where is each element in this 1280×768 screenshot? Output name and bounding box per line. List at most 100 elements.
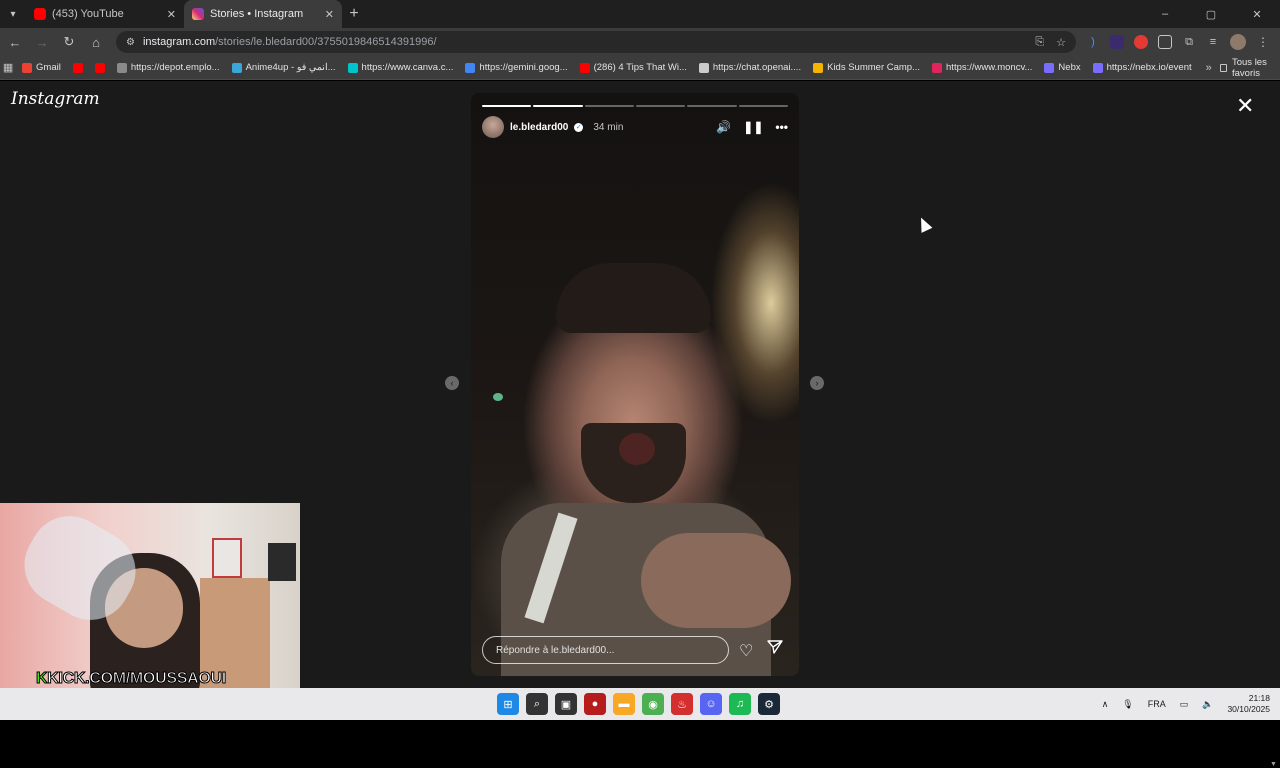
verified-badge-icon: ✓ — [574, 122, 584, 132]
apps-grid-icon[interactable]: ▦ — [0, 61, 16, 74]
menu-icon[interactable]: ⋮ — [1256, 35, 1270, 49]
bookmark-label: Gmail — [36, 62, 61, 73]
volume-icon[interactable]: 🔊 — [716, 120, 731, 134]
story-progress-segment — [533, 105, 583, 107]
bookmark-label: https://www.canva.c... — [361, 62, 454, 73]
send-icon[interactable] — [767, 639, 783, 655]
bookmark-label: (286) 4 Tips That Wi... — [593, 62, 687, 73]
bookmark-label: https://nebx.io/event — [1106, 62, 1192, 73]
tab-instagram[interactable]: Stories • Instagram 🔊 ✕ — [184, 0, 480, 78]
instagram-story-page: Instagram ✕ ‹ › le.bledard00 ✓ 34 min 🔊 … — [0, 81, 1280, 768]
bookmark-item[interactable]: Nebx — [1038, 62, 1086, 73]
chrome-icon[interactable]: ◉ — [642, 693, 664, 715]
tab-title: Stories • Instagram — [210, 8, 304, 20]
new-tab-button[interactable]: + — [342, 5, 366, 23]
maximize-button[interactable]: ▢ — [1188, 0, 1234, 28]
display-icon[interactable]: ▭ — [1180, 699, 1189, 710]
story-viewer[interactable]: le.bledard00 ✓ 34 min 🔊 ❚❚ ••• Répondre … — [471, 93, 799, 676]
tray-overflow-icon[interactable]: ∧ — [1102, 699, 1109, 710]
bookmark-item[interactable]: https://www.canva.c... — [342, 62, 460, 73]
more-bookmarks-icon[interactable]: » — [1198, 62, 1220, 74]
app-flame-icon[interactable]: ♨ — [671, 693, 693, 715]
bookmark-item[interactable] — [89, 62, 111, 73]
story-username[interactable]: le.bledard00 — [510, 122, 568, 133]
clock[interactable]: 21:18 30/10/2025 — [1227, 693, 1270, 715]
bookmark-item[interactable] — [67, 62, 89, 73]
discord-icon[interactable]: ☺ — [700, 693, 722, 715]
back-button[interactable]: ← — [3, 35, 27, 50]
url-path: /stories/le.bledard00/375501984651439199… — [215, 36, 437, 48]
task-view-icon[interactable]: ▣ — [555, 693, 577, 715]
story-video-detail — [493, 393, 503, 401]
extension-purple-icon[interactable] — [1110, 35, 1124, 49]
tab-title: (453) YouTube — [52, 8, 124, 20]
bookmark-item[interactable]: Gmail — [16, 62, 67, 73]
bookmark-item[interactable]: https://nebx.io/event — [1087, 62, 1198, 73]
story-user-avatar[interactable] — [482, 116, 504, 138]
extension-qr-icon[interactable] — [1158, 35, 1172, 49]
reply-placeholder: Répondre à le.bledard00... — [496, 644, 615, 656]
bookmark-item[interactable]: https://chat.openai.... — [693, 62, 807, 73]
address-bar[interactable]: ⚙ instagram.com/stories/le.bledard00/375… — [116, 31, 1076, 53]
app-red-icon[interactable]: ● — [584, 693, 606, 715]
bookmark-item[interactable]: Anime4up - انمي فو... — [226, 62, 342, 73]
story-video-detail — [556, 263, 711, 333]
bookmark-favicon-icon — [813, 62, 824, 73]
story-progress-bar — [482, 105, 788, 107]
spotify-icon[interactable]: ♫ — [729, 693, 751, 715]
bookmark-favicon-icon — [465, 62, 476, 73]
tab-youtube[interactable]: (453) YouTube ✕ — [26, 0, 184, 28]
bookmark-favicon-icon — [231, 62, 242, 73]
extensions-puzzle-icon[interactable]: ⧉ — [1182, 35, 1196, 49]
profile-avatar[interactable] — [1230, 34, 1246, 50]
close-tab-icon[interactable]: ✕ — [167, 8, 176, 21]
reply-input[interactable]: Répondre à le.bledard00... — [482, 636, 729, 664]
webcam-detail — [268, 543, 296, 581]
windows-taskbar: ⊞ ⌕ ▣ ● ▬ ◉ ♨ ☺ ♫ ⚙ ∧ 🎙 FRA ▭ 🔈 21:18 30/10/2025 — [0, 688, 1280, 720]
like-heart-icon[interactable]: ♡ — [739, 641, 753, 661]
pause-icon[interactable]: ❚❚ — [743, 120, 763, 134]
folder-icon — [1219, 63, 1227, 72]
previous-story-icon[interactable]: ‹ — [445, 376, 459, 390]
bookmark-label: https://gemini.goog... — [479, 62, 568, 73]
clock-date: 30/10/2025 — [1227, 704, 1270, 714]
system-tray: ∧ 🎙 FRA ▭ 🔈 21:18 30/10/2025 — [1102, 688, 1270, 720]
bookmark-favicon-icon — [932, 62, 943, 73]
story-time-ago: 34 min — [593, 121, 624, 133]
steam-icon[interactable]: ⚙ — [758, 693, 780, 715]
close-window-button[interactable]: ✕ — [1234, 0, 1280, 28]
instagram-logo[interactable]: Instagram — [11, 89, 100, 109]
bookmark-star-icon[interactable]: ☆ — [1056, 36, 1066, 49]
minimize-button[interactable]: – — [1142, 0, 1188, 28]
start-icon[interactable]: ⊞ — [497, 693, 519, 715]
bookmark-item[interactable]: https://depot.emplo... — [111, 62, 226, 73]
volume-tray-icon[interactable]: 🔈 — [1202, 699, 1213, 710]
reload-button[interactable]: ↻ — [57, 34, 81, 50]
next-story-icon[interactable]: › — [810, 376, 824, 390]
forward-button[interactable]: → — [30, 35, 54, 50]
close-story-button[interactable]: ✕ — [1236, 95, 1254, 117]
file-explorer-icon[interactable]: ▬ — [613, 693, 635, 715]
bookmark-item[interactable]: Kids Summer Camp... — [807, 62, 926, 73]
more-options-icon[interactable]: ••• — [775, 120, 788, 134]
close-tab-icon[interactable]: ✕ — [325, 8, 334, 21]
extension-blue-icon[interactable]: ) — [1086, 35, 1100, 49]
extension-red-icon[interactable] — [1134, 35, 1148, 49]
site-info-icon[interactable]: ⚙ — [126, 37, 135, 48]
tab-search-button[interactable]: ▾ — [0, 0, 26, 28]
bookmark-item[interactable]: https://gemini.goog... — [459, 62, 573, 73]
all-bookmarks-label: Tous les favoris — [1231, 56, 1267, 79]
reading-list-icon[interactable]: ≡ — [1206, 35, 1220, 49]
bookmark-item[interactable]: https://www.moncv... — [926, 62, 1038, 73]
microphone-icon[interactable]: 🎙 — [1122, 699, 1133, 710]
language-indicator[interactable]: FRA — [1148, 699, 1166, 709]
bookmark-favicon-icon — [22, 62, 33, 73]
search-icon[interactable]: ⌕ — [526, 693, 548, 715]
bookmark-item[interactable]: (286) 4 Tips That Wi... — [574, 62, 693, 73]
bookmark-label: https://depot.emplo... — [130, 62, 220, 73]
home-button[interactable]: ⌂ — [84, 35, 108, 50]
scroll-down-arrow-icon[interactable]: ▼ — [1270, 761, 1277, 768]
all-bookmarks-button[interactable]: Tous les favoris — [1219, 56, 1280, 79]
install-app-icon[interactable]: ⎘ — [1035, 36, 1044, 49]
browser-toolbar: ← → ↻ ⌂ ⚙ instagram.com/stories/le.bleda… — [0, 28, 1280, 56]
